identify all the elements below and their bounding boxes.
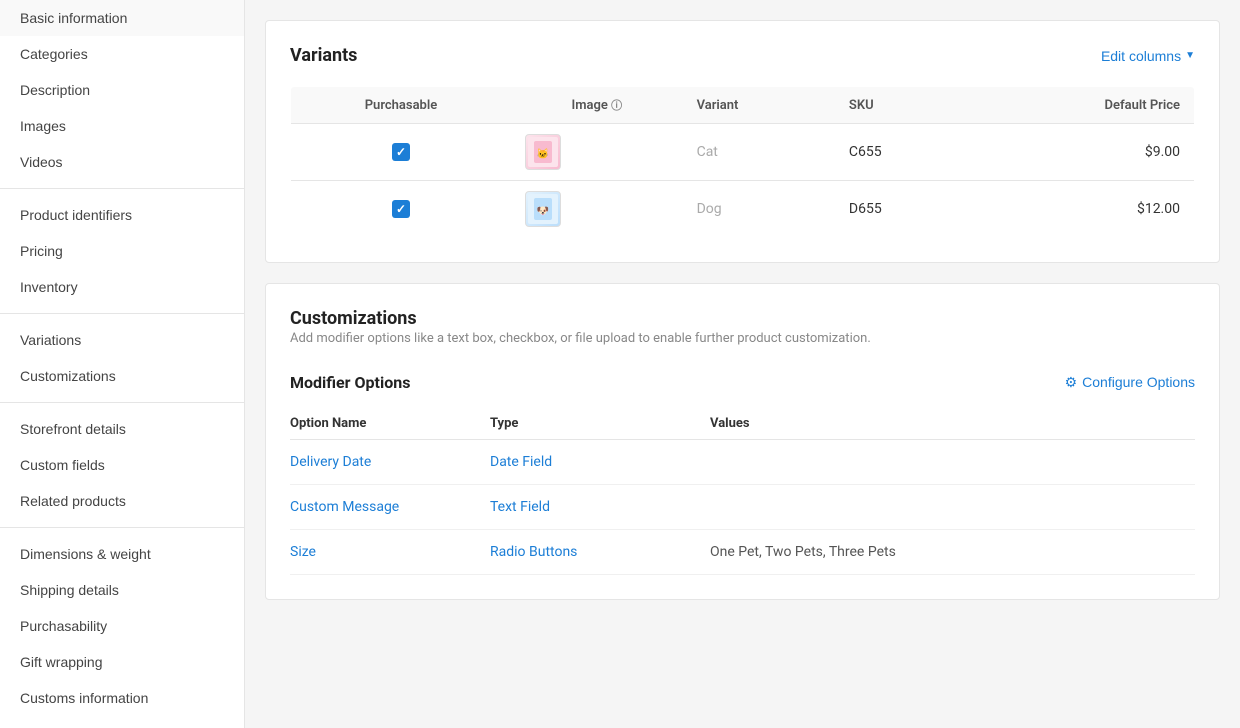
sidebar-item-description[interactable]: Description [0, 72, 244, 108]
sidebar-item-inventory[interactable]: Inventory [0, 269, 244, 305]
purchasable-cell-cat: ✓ [291, 124, 511, 181]
svg-text:🐱: 🐱 [537, 148, 549, 160]
modifier-options-table: Option Name Type Values Delivery Date Da… [290, 408, 1195, 575]
customizations-title: Customizations [290, 308, 1195, 329]
sidebar-item-pricing[interactable]: Pricing [0, 233, 244, 269]
option-name-size[interactable]: Size [290, 529, 490, 574]
sku-cell-cat: C655 [835, 124, 968, 181]
col-header-image: Image ⓘ [511, 87, 683, 124]
sidebar-item-related-products[interactable]: Related products [0, 483, 244, 519]
purchasable-cell-dog: ✓ [291, 181, 511, 238]
sidebar-divider-2 [0, 313, 244, 314]
image-cell-dog: 🐶 [511, 181, 683, 238]
option-type-size[interactable]: Radio Buttons [490, 529, 710, 574]
sidebar-item-shipping-details[interactable]: Shipping details [0, 572, 244, 608]
option-values-custom-message [710, 484, 1195, 529]
sidebar-item-product-identifiers[interactable]: Product identifiers [0, 197, 244, 233]
configure-options-label: Configure Options [1082, 374, 1195, 390]
list-item: Delivery Date Date Field [290, 439, 1195, 484]
gear-icon: ⚙ [1065, 374, 1078, 391]
option-values-delivery-date [710, 439, 1195, 484]
variant-link-dog[interactable]: Dog [697, 201, 722, 217]
sidebar-item-storefront-details[interactable]: Storefront details [0, 411, 244, 447]
modifier-options-title: Modifier Options [290, 373, 410, 392]
sidebar-item-basic-information[interactable]: Basic information [0, 0, 244, 36]
checkbox-cat[interactable]: ✓ [392, 143, 410, 161]
variant-cell-dog[interactable]: Dog [683, 181, 835, 238]
sidebar-divider-3 [0, 402, 244, 403]
image-cell-cat: 🐱 [511, 124, 683, 181]
price-cell-dog: $12.00 [968, 181, 1195, 238]
variants-table: Purchasable Image ⓘ Variant SKU Default … [290, 86, 1195, 238]
sidebar-item-custom-fields[interactable]: Custom fields [0, 447, 244, 483]
variants-section: Variants Edit columns ▼ Purchasable Imag… [266, 21, 1219, 262]
product-image-cat: 🐱 [525, 134, 561, 170]
sidebar-item-categories[interactable]: Categories [0, 36, 244, 72]
list-item: Size Radio Buttons One Pet, Two Pets, Th… [290, 529, 1195, 574]
info-icon: ⓘ [611, 99, 622, 112]
dog-image-icon: 🐶 [528, 194, 558, 224]
list-item: Custom Message Text Field [290, 484, 1195, 529]
col-header-variant: Variant [683, 87, 835, 124]
sidebar-item-purchasability[interactable]: Purchasability [0, 608, 244, 644]
sidebar-item-customizations[interactable]: Customizations [0, 358, 244, 394]
sidebar-item-variations[interactable]: Variations [0, 322, 244, 358]
chevron-down-icon: ▼ [1185, 50, 1195, 61]
customizations-description: Add modifier options like a text box, ch… [290, 329, 1195, 349]
customizations-section: Customizations Add modifier options like… [266, 284, 1219, 599]
sidebar-item-dimensions-weight[interactable]: Dimensions & weight [0, 536, 244, 572]
sidebar-item-videos[interactable]: Videos [0, 144, 244, 180]
table-row: ✓ 🐱 Cat [291, 124, 1195, 181]
option-values-size: One Pet, Two Pets, Three Pets [710, 529, 1195, 574]
col-header-type: Type [490, 408, 710, 440]
option-name-custom-message[interactable]: Custom Message [290, 484, 490, 529]
sidebar-item-customs-information[interactable]: Customs information [0, 680, 244, 716]
sidebar-item-images[interactable]: Images [0, 108, 244, 144]
sku-cell-dog: D655 [835, 181, 968, 238]
variants-card: Variants Edit columns ▼ Purchasable Imag… [265, 20, 1220, 263]
checkbox-dog[interactable]: ✓ [392, 200, 410, 218]
col-header-sku: SKU [835, 87, 968, 124]
variant-cell-cat[interactable]: Cat [683, 124, 835, 181]
col-header-option-name: Option Name [290, 408, 490, 440]
table-row: ✓ 🐶 Dog [291, 181, 1195, 238]
col-header-values: Values [710, 408, 1195, 440]
variants-header: Variants Edit columns ▼ [290, 45, 1195, 66]
edit-columns-button[interactable]: Edit columns ▼ [1101, 48, 1195, 64]
svg-text:🐶: 🐶 [537, 206, 549, 217]
price-cell-cat: $9.00 [968, 124, 1195, 181]
variants-title: Variants [290, 45, 357, 66]
option-type-custom-message[interactable]: Text Field [490, 484, 710, 529]
col-header-purchasable: Purchasable [291, 87, 511, 124]
option-name-delivery-date[interactable]: Delivery Date [290, 439, 490, 484]
option-type-delivery-date[interactable]: Date Field [490, 439, 710, 484]
sidebar-item-gift-wrapping[interactable]: Gift wrapping [0, 644, 244, 680]
sidebar: Basic information Categories Description… [0, 0, 245, 728]
main-content: Variants Edit columns ▼ Purchasable Imag… [245, 0, 1240, 728]
sidebar-divider-1 [0, 188, 244, 189]
customizations-card: Customizations Add modifier options like… [265, 283, 1220, 600]
sidebar-divider-4 [0, 527, 244, 528]
edit-columns-label: Edit columns [1101, 48, 1181, 64]
cat-image-icon: 🐱 [528, 137, 558, 167]
variant-link-cat[interactable]: Cat [697, 144, 718, 160]
modifier-options-header: Modifier Options ⚙ Configure Options [290, 373, 1195, 392]
product-image-dog: 🐶 [525, 191, 561, 227]
configure-options-button[interactable]: ⚙ Configure Options [1065, 374, 1195, 391]
col-header-price: Default Price [968, 87, 1195, 124]
